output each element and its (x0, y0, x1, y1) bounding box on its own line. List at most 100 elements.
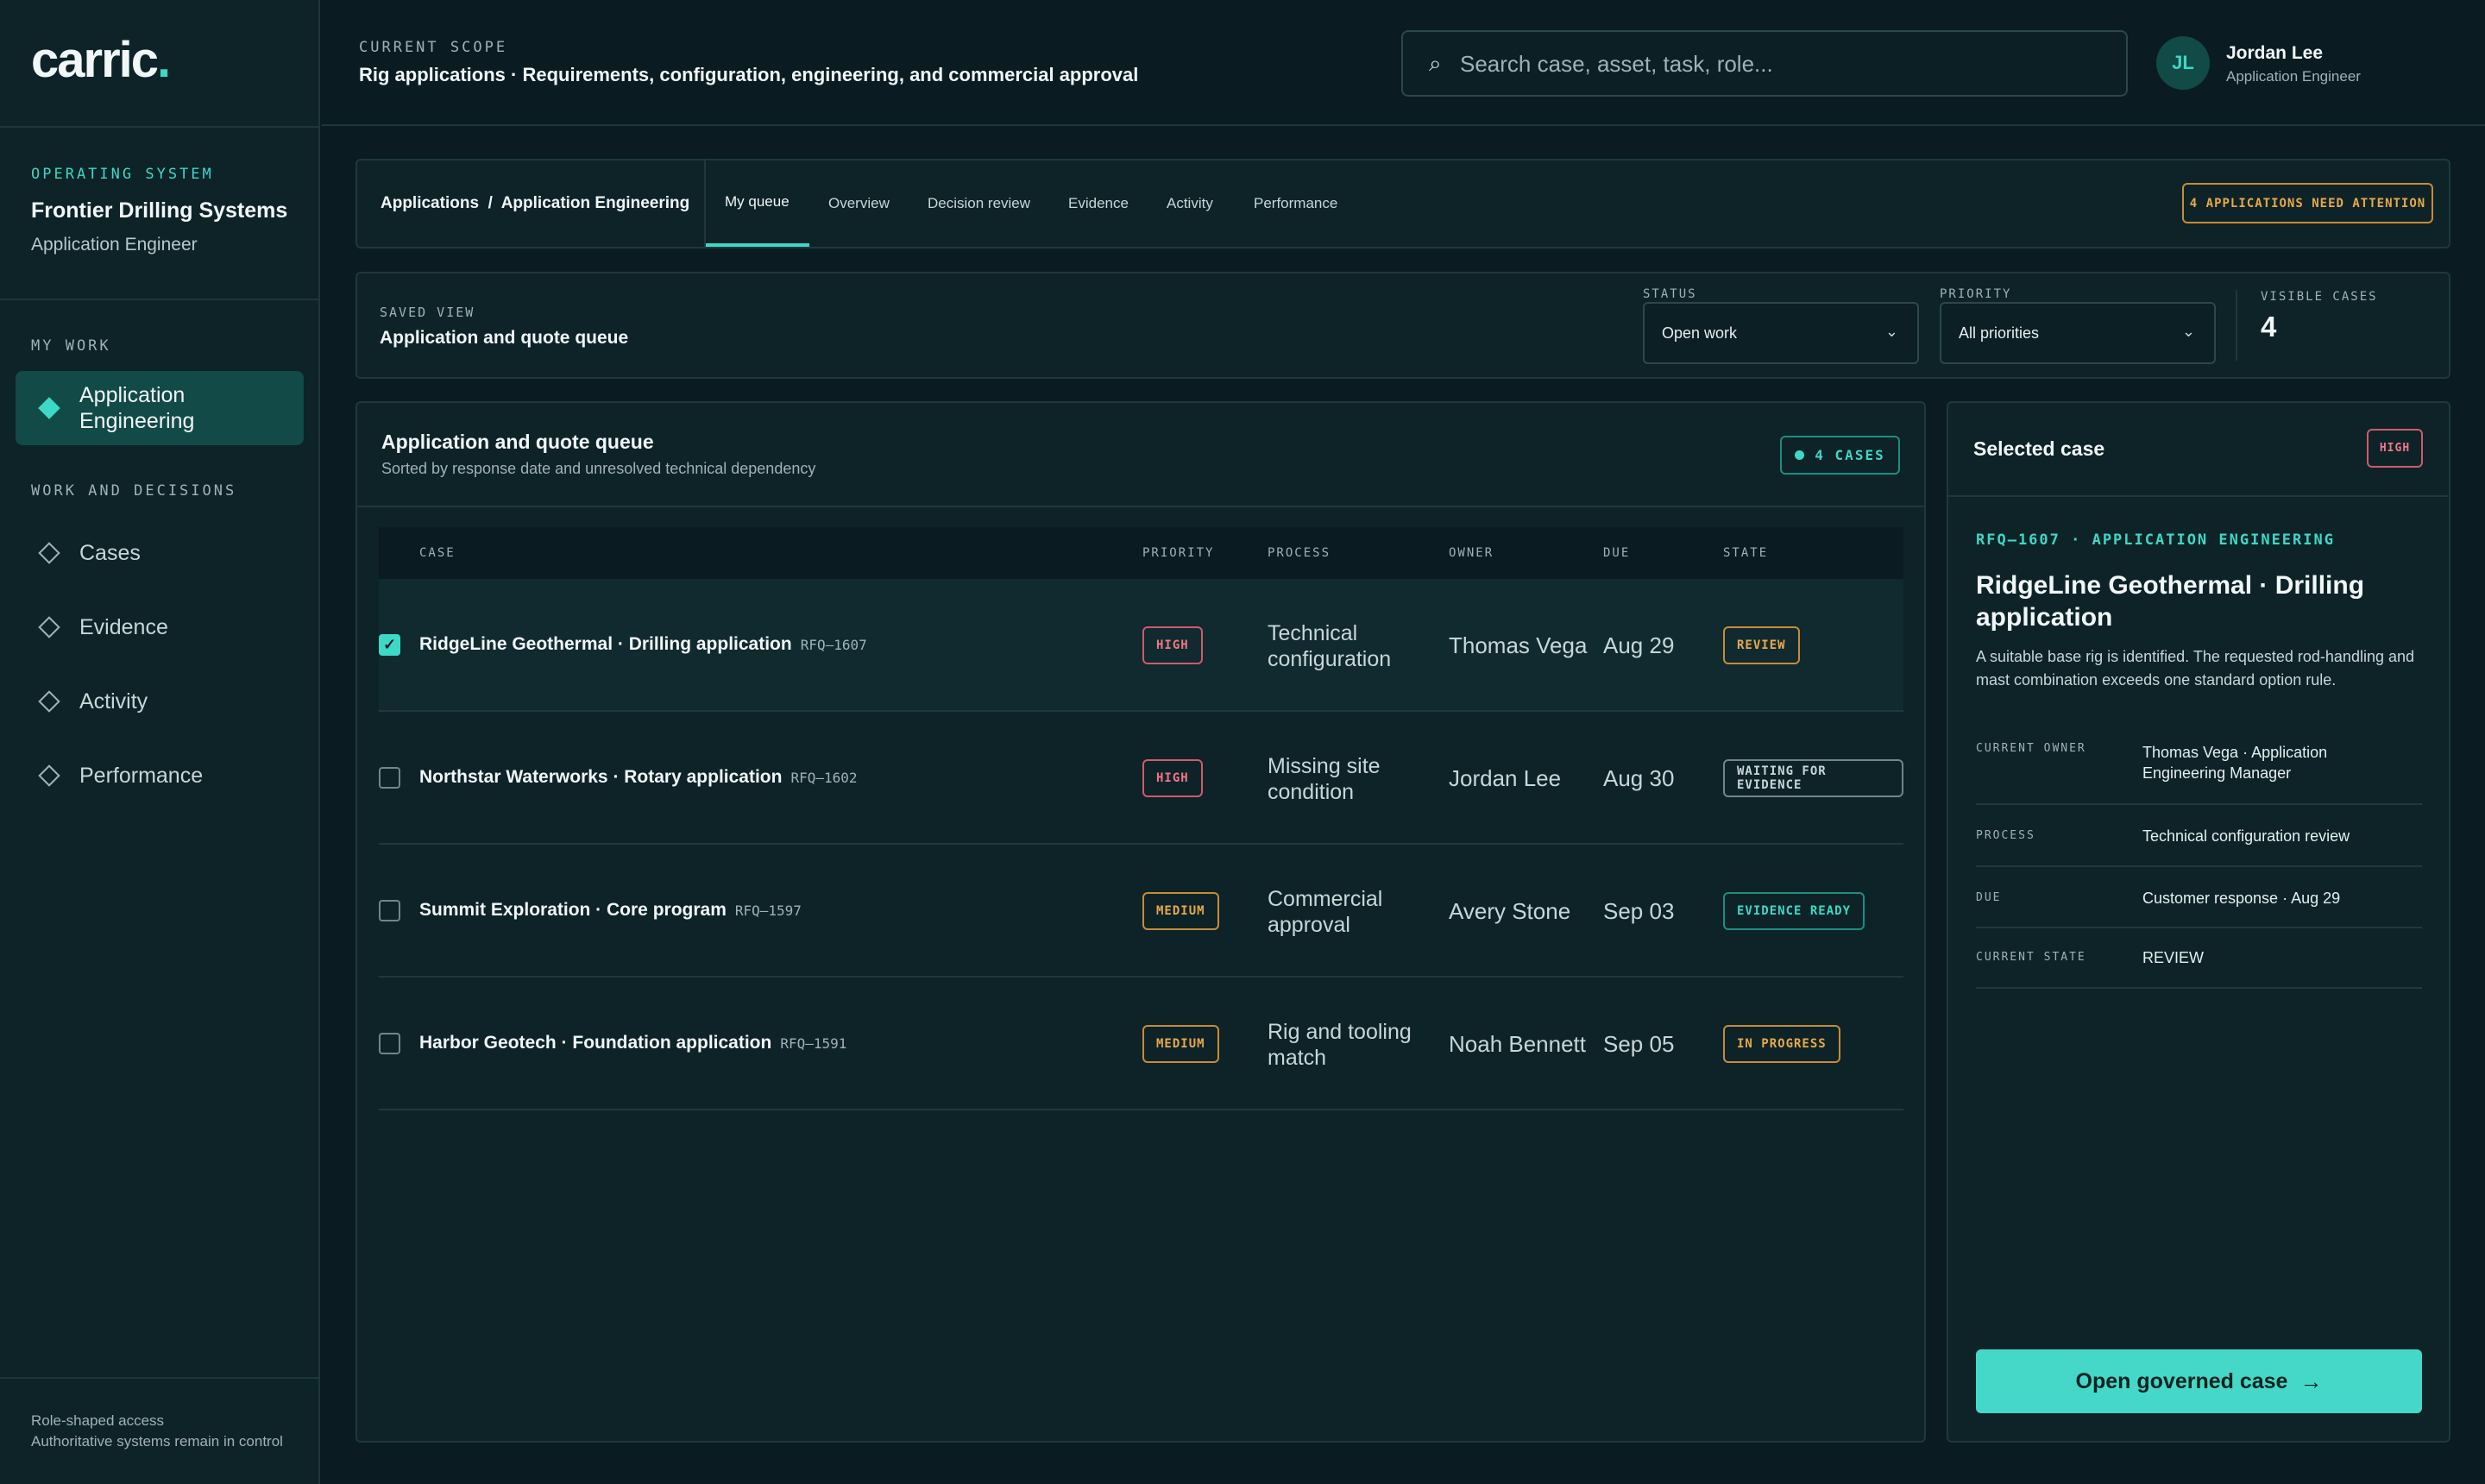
table-row[interactable]: Northstar Waterworks · Rotary applicatio… (379, 712, 1903, 845)
scope-title: Rig applications · Requirements, configu… (359, 64, 1139, 85)
tab-performance[interactable]: Performance (1254, 195, 1337, 212)
tab-activity[interactable]: Activity (1167, 195, 1213, 212)
column-header-due[interactable]: DUE (1603, 546, 1630, 560)
case-name[interactable]: Northstar Waterworks · Rotary applicatio… (419, 767, 858, 788)
case-id: RFQ–1597 (734, 902, 802, 919)
row-checkbox[interactable] (379, 900, 400, 921)
status-select-value: Open work (1662, 324, 1738, 342)
case-name[interactable]: RidgeLine Geothermal · Drilling applicat… (419, 634, 867, 655)
status-dot-icon (1795, 450, 1805, 460)
breadcrumb[interactable]: Applications / Application Engineering (381, 194, 689, 213)
sidebar-item-cases[interactable]: Cases (16, 516, 304, 590)
column-header-process[interactable]: PROCESS (1268, 546, 1331, 560)
sidebar-item-label: Evidence (79, 615, 168, 639)
sidebar-divider (0, 1377, 320, 1379)
tab-my-queue[interactable]: My queue (725, 193, 790, 211)
saved-view-title: Application and quote queue (380, 328, 629, 348)
sidebar-divider (0, 299, 320, 300)
user-name: Jordan Lee (2226, 43, 2324, 63)
avatar[interactable]: JL (2156, 36, 2210, 90)
tab-overview[interactable]: Overview (828, 195, 890, 212)
open-governed-case-button[interactable]: Open governed case → (1976, 1349, 2422, 1413)
owner-cell: Avery Stone (1449, 898, 1571, 924)
visible-cases-divider (2236, 290, 2237, 361)
process-cell: Missing site condition (1268, 754, 1381, 804)
sidebar-item-label: Application Engineering (79, 383, 195, 433)
case-name[interactable]: Harbor Geotech · Foundation application R… (419, 1033, 846, 1053)
visible-cases-label: VISIBLE CASES (2261, 290, 2378, 304)
column-header-state[interactable]: STATE (1723, 546, 1768, 560)
diamond-outline-icon (38, 764, 60, 787)
priority-badge: HIGH (2367, 429, 2423, 468)
table-row[interactable]: ✓ RidgeLine Geothermal · Drilling applic… (379, 579, 1903, 712)
queue-divider (357, 506, 1924, 507)
priority-badge: MEDIUM (1142, 1025, 1219, 1063)
owner-cell: Noah Bennett (1449, 1031, 1587, 1057)
column-header-case[interactable]: CASE (419, 546, 456, 560)
sidebar-item-performance[interactable]: Performance (16, 739, 304, 813)
sidebar-divider (0, 126, 320, 128)
selected-case-title: Selected case (1973, 437, 2105, 460)
priority-filter-label: PRIORITY (1940, 287, 2012, 301)
search-box[interactable]: ⌕ (1401, 30, 2128, 97)
diamond-outline-icon (38, 690, 60, 713)
sidebar-item-activity[interactable]: Activity (16, 664, 304, 739)
column-header-priority[interactable]: PRIORITY (1142, 546, 1214, 560)
sidebar-item-label: Cases (79, 541, 141, 565)
due-cell: Sep 05 (1603, 1031, 1675, 1057)
saved-view-eyebrow: SAVED VIEW (380, 305, 475, 320)
column-header-owner[interactable]: OWNER (1449, 546, 1494, 560)
sidebar-item-evidence[interactable]: Evidence (16, 590, 304, 664)
table-row[interactable]: Harbor Geotech · Foundation application R… (379, 978, 1903, 1110)
detail-label: CURRENT STATE (1976, 951, 2086, 964)
owner-cell: Thomas Vega (1449, 632, 1588, 658)
process-cell: Technical configuration (1268, 621, 1392, 671)
tab-decision-review[interactable]: Decision review (928, 195, 1030, 212)
status-filter-label: STATUS (1643, 287, 1697, 301)
state-badge: IN PROGRESS (1723, 1025, 1840, 1063)
active-tab-indicator (706, 243, 809, 247)
queue-title: Application and quote queue (381, 431, 654, 453)
tab-evidence[interactable]: Evidence (1068, 195, 1129, 212)
selected-case-description: A suitable base rig is identified. The r… (1976, 648, 2415, 689)
org-role: Application Engineer (31, 235, 198, 255)
priority-select[interactable]: All priorities ⌄ (1940, 302, 2216, 364)
case-id: RFQ–1602 (790, 770, 858, 786)
footer-systems-note: Authoritative systems remain in control (31, 1433, 283, 1449)
diamond-filled-icon (38, 397, 60, 419)
case-id: RFQ–1591 (780, 1035, 847, 1052)
due-cell: Sep 03 (1603, 898, 1675, 924)
diamond-outline-icon (38, 542, 60, 564)
detail-row: CURRENT OWNER Thomas Vega · Application … (1976, 738, 2422, 805)
chevron-down-icon: ⌄ (1884, 323, 1898, 340)
state-badge: EVIDENCE READY (1723, 892, 1865, 930)
row-checkbox[interactable] (379, 767, 400, 789)
row-checkbox[interactable]: ✓ (379, 634, 400, 656)
due-cell: Aug 30 (1603, 765, 1675, 791)
detail-row: CURRENT STATE REVIEW (1976, 928, 2422, 989)
state-badge: WAITING FOR EVIDENCE (1723, 759, 1903, 797)
case-name[interactable]: Summit Exploration · Core program RFQ–159… (419, 900, 802, 921)
detail-row: DUE Customer response · Aug 29 (1976, 867, 2422, 928)
attention-badge: 4 APPLICATIONS NEED ATTENTION (2182, 183, 2433, 223)
status-select[interactable]: Open work ⌄ (1643, 302, 1919, 364)
detail-label: DUE (1976, 891, 2002, 904)
scope-eyebrow: CURRENT SCOPE (359, 39, 508, 56)
queue-subtitle: Sorted by response date and unresolved t… (381, 460, 816, 477)
row-checkbox[interactable] (379, 1033, 400, 1054)
diamond-outline-icon (38, 616, 60, 638)
work-decisions-label: WORK AND DECISIONS (31, 482, 237, 500)
state-badge: REVIEW (1723, 626, 1800, 664)
selected-case-eyebrow: RFQ–1607 · APPLICATION ENGINEERING (1976, 531, 2335, 549)
chevron-down-icon: ⌄ (2181, 323, 2195, 340)
priority-badge: HIGH (1142, 626, 1203, 664)
priority-select-value: All priorities (1959, 324, 2040, 342)
table-row[interactable]: Summit Exploration · Core program RFQ–159… (379, 845, 1903, 978)
detail-label: PROCESS (1976, 829, 2035, 842)
detail-value: Technical configuration review (2142, 827, 2350, 845)
table-header: CASE PRIORITY PROCESS OWNER DUE STATE (379, 527, 1903, 579)
sidebar-item-application-engineering[interactable]: Application Engineering (16, 371, 304, 445)
sidebar: carric. OPERATING SYSTEM Frontier Drilli… (0, 0, 320, 1484)
search-input[interactable] (1460, 47, 2098, 80)
priority-badge: HIGH (1142, 759, 1203, 797)
